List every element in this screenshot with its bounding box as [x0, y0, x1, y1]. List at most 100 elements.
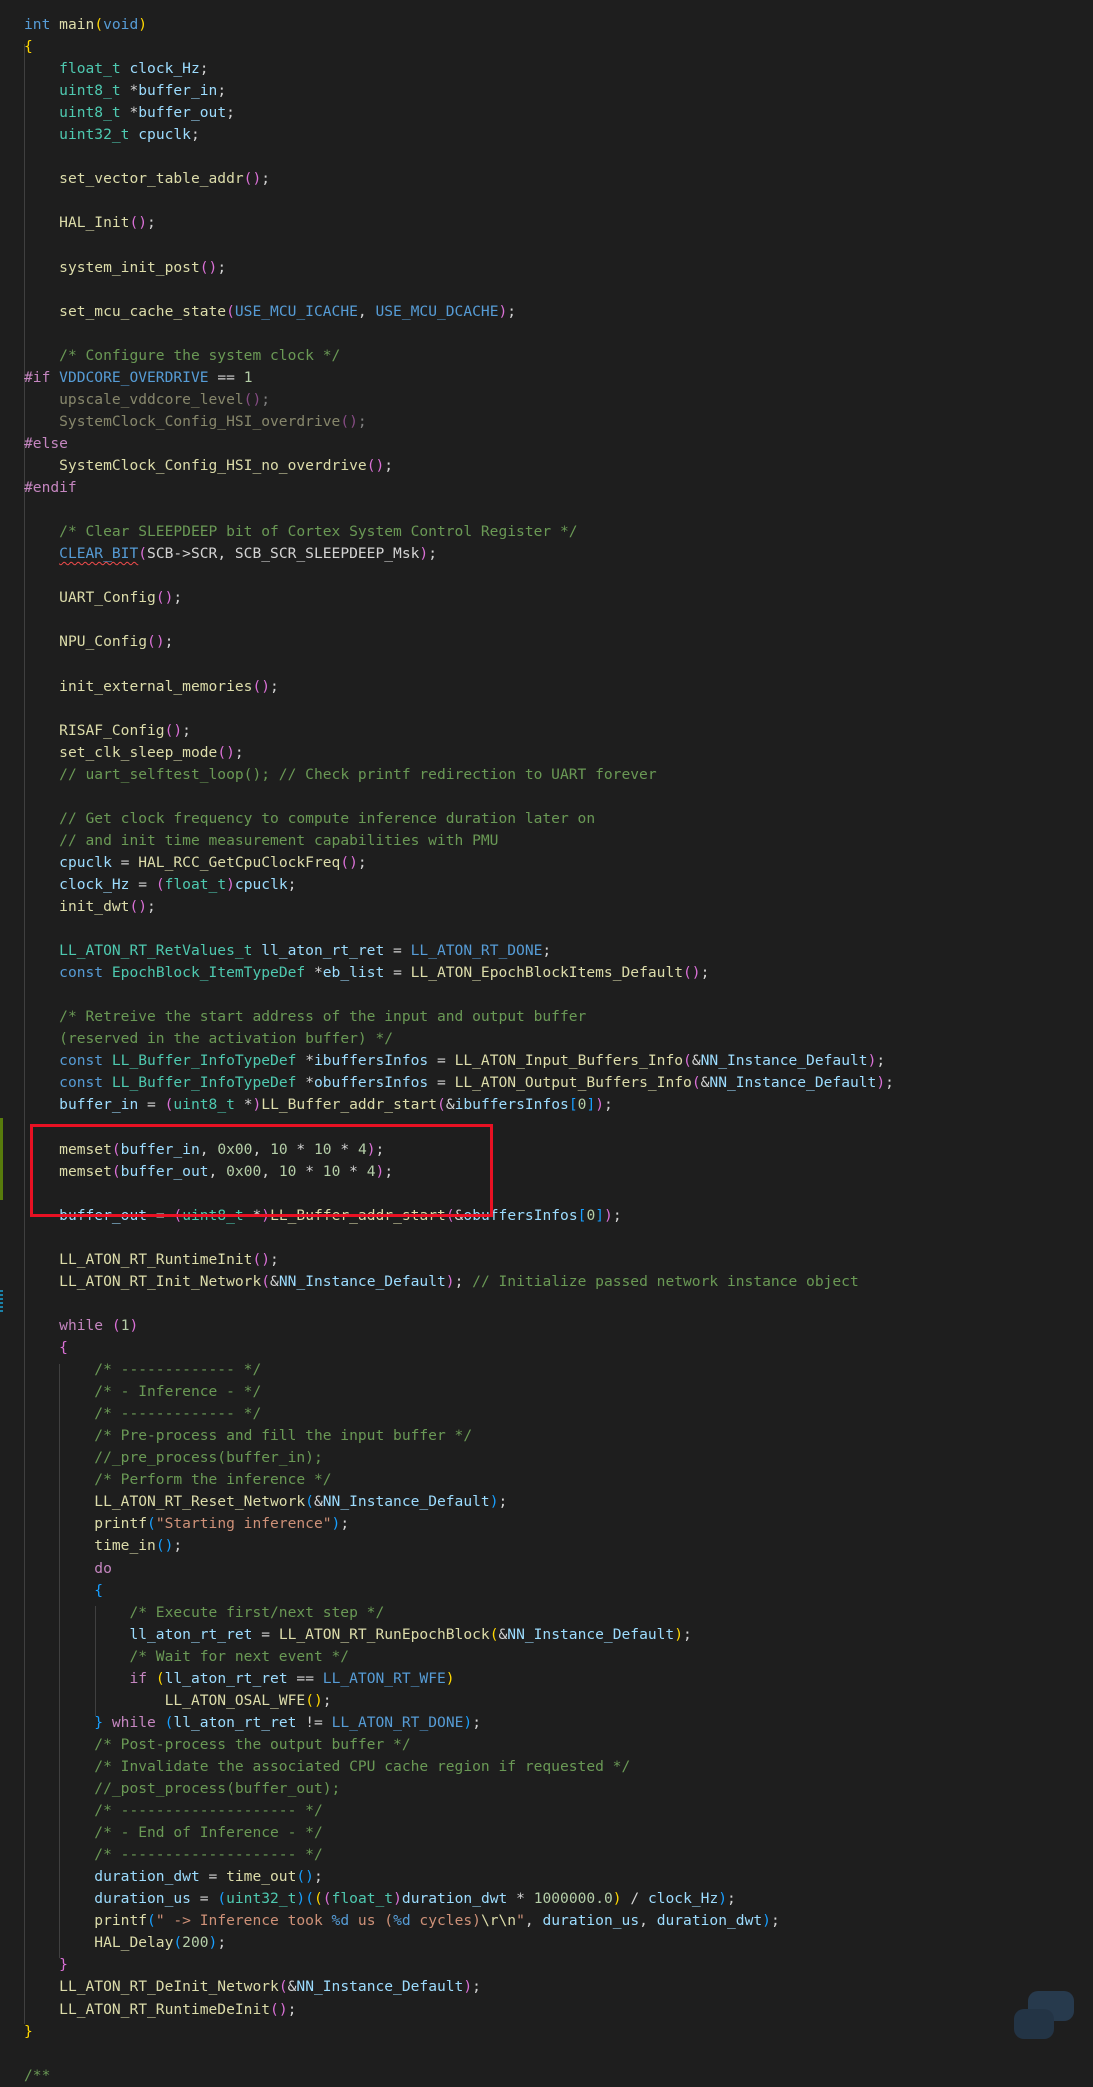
code-line: float_t clock_Hz;: [24, 58, 208, 80]
code-line: ll_aton_rt_ret = LL_ATON_RT_RunEpochBloc…: [24, 1624, 692, 1646]
code-token: ;: [270, 677, 279, 695]
code-line: /**: [24, 2065, 50, 2087]
code-token: uint8_t: [173, 1096, 235, 1114]
code-token: us (: [349, 1912, 394, 1930]
code-token: (): [252, 677, 271, 695]
code-token: }: [94, 1713, 104, 1731]
code-token: set_mcu_cache_state: [59, 302, 227, 320]
code-token: ;: [164, 633, 174, 651]
code-token: (: [683, 1052, 692, 1070]
code-line: /* Post-process the output buffer */: [24, 1734, 411, 1756]
code-token: 1000000.0: [533, 1890, 613, 1908]
code-token: ;: [147, 898, 156, 915]
code-line: /* ------------- */: [24, 1403, 261, 1425]
code-token: const: [59, 964, 104, 982]
code-token: buffer_in: [138, 82, 218, 100]
code-line: SystemClock_Config_HSI_overdrive();: [24, 411, 367, 433]
code-token: LL_ATON_RT_WFE: [322, 1669, 446, 1687]
code-token: (: [147, 1912, 156, 1930]
code-token: *: [120, 82, 139, 100]
code-line: duration_dwt = time_out();: [24, 1866, 322, 1888]
code-token: (: [173, 1934, 183, 1952]
code-token: /* ------------- */: [94, 1405, 262, 1423]
code-token: /* Post-process the output buffer */: [94, 1735, 411, 1753]
code-token: &: [445, 1096, 455, 1114]
code-token: printf: [94, 1912, 148, 1930]
code-line: /* Wait for next event */: [24, 1646, 349, 1668]
code-token: /* Configure the system clock */: [59, 346, 341, 364]
code-token: LL_ATON_RT_Init_Network: [59, 1272, 262, 1290]
code-token: UART_Config: [59, 589, 156, 607]
code-token: NN_Instance_Default: [322, 1493, 490, 1511]
code-token: ): [762, 1912, 771, 1930]
code-token: clock_Hz: [129, 60, 200, 78]
red-highlight-box: [30, 1124, 493, 1217]
code-token: !=: [296, 1713, 332, 1731]
code-token: NN_Instance_Default: [507, 1625, 675, 1643]
code-token: EpochBlock_ItemTypeDef: [111, 964, 306, 982]
code-token: ]: [586, 1096, 596, 1114]
code-token: ;: [261, 390, 271, 408]
code-token: *: [234, 1096, 253, 1114]
code-token: ibuffersInfos: [313, 1052, 429, 1070]
code-token: (: [217, 1890, 227, 1908]
code-line: }: [24, 2021, 33, 2043]
code-token: NPU_Config: [59, 633, 148, 651]
code-line: printf(" -> Inference took %d us (%d cyc…: [24, 1910, 779, 1932]
code-editor[interactable]: int main(void){ float_t clock_Hz; uint8_…: [0, 0, 1093, 2084]
code-token: uint32_t: [59, 126, 130, 144]
code-line: upscale_vddcore_level();: [24, 389, 270, 411]
code-token: float_t: [59, 60, 121, 78]
code-line: {: [24, 1580, 103, 1602]
code-line: /* Configure the system clock */: [24, 345, 340, 367]
code-token: ;: [147, 214, 156, 232]
code-token: =: [129, 875, 156, 893]
code-line: // and init time measurement capabilitie…: [24, 830, 498, 852]
code-line: } while (ll_aton_rt_ret != LL_ATON_RT_DO…: [24, 1712, 481, 1734]
code-token: set_vector_table_addr: [59, 170, 244, 188]
code-token: cpuclk: [234, 875, 288, 893]
code-token: (): [147, 633, 165, 651]
code-token: "Starting inference": [155, 1515, 332, 1533]
code-token: do: [94, 1559, 112, 1577]
code-token: (): [305, 1691, 323, 1709]
code-token: /* -------------------- */: [94, 1846, 323, 1864]
code-token: ;: [472, 1978, 481, 1996]
code-token: ll_aton_rt_ret: [129, 1625, 253, 1643]
code-token: SystemClock_Config_HSI_overdrive: [24, 412, 341, 430]
code-token: ;: [604, 1096, 613, 1114]
code-line: clock_Hz = (float_t)cpuclk;: [24, 874, 296, 896]
code-line: const EpochBlock_ItemTypeDef *eb_list = …: [24, 962, 709, 984]
code-token: cpuclk: [138, 126, 191, 144]
code-token: ): [419, 545, 429, 563]
code-token: (: [147, 1515, 156, 1533]
code-token: }: [59, 1956, 68, 1974]
code-token: LL_ATON_RT_DeInit_Network: [59, 1978, 279, 1996]
code-token: ): [138, 16, 148, 33]
code-token: cycles): [410, 1912, 481, 1930]
code-token: /* -------------------- */: [94, 1802, 323, 1820]
code-token: USE_MCU_ICACHE: [234, 302, 358, 320]
code-token: ;: [384, 457, 394, 474]
code-token: ;: [683, 1625, 692, 1643]
code-line: LL_ATON_RT_DeInit_Network(&NN_Instance_D…: [24, 1976, 481, 1998]
git-change-marker: [0, 1118, 3, 1200]
code-token: (: [437, 1096, 446, 1114]
code-token: duration_us: [94, 1890, 191, 1908]
code-token: ;: [226, 104, 235, 122]
code-line: #endif: [24, 477, 77, 499]
code-token: (): [217, 743, 235, 761]
